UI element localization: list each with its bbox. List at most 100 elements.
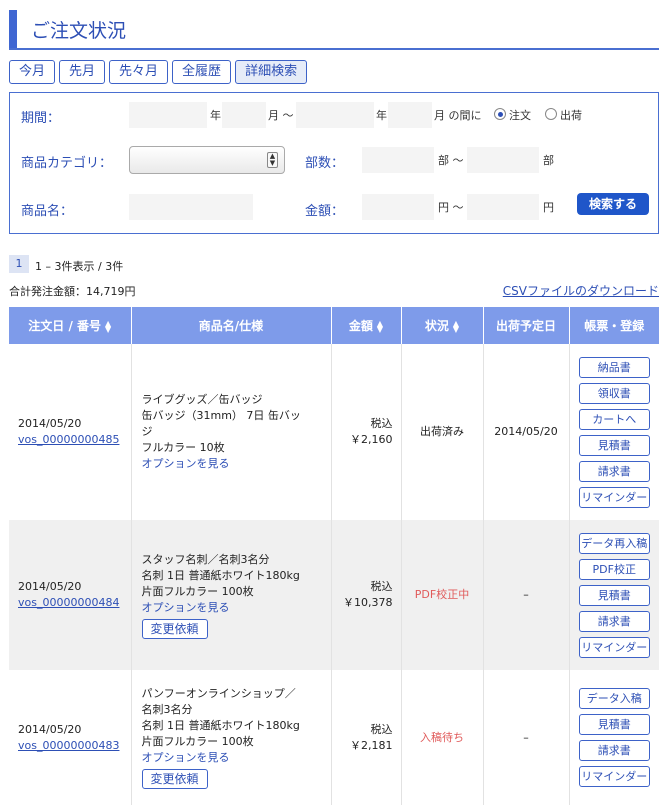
category-select[interactable]: ▲ ▼ (129, 146, 285, 174)
order-date: 2014/05/20 (18, 417, 82, 430)
month-unit-2: 月 の間に (434, 109, 482, 122)
view-options-link[interactable]: オプションを見る (142, 601, 230, 614)
invoice-button[interactable]: 請求書 (578, 460, 650, 482)
sort-icon[interactable]: ▲ ▼ (453, 319, 459, 333)
order-date: 2014/05/20 (18, 580, 82, 593)
ship-date-cell: – (483, 520, 570, 670)
period-from-year-input[interactable] (129, 102, 207, 128)
period-to-year-input[interactable] (296, 102, 374, 128)
header-amount[interactable]: 金額 ▲ ▼ (331, 307, 402, 344)
copies-from-input[interactable] (362, 147, 434, 173)
page-title: ご注文状況 (31, 20, 127, 42)
period-to-month-input[interactable] (388, 102, 432, 128)
pdf-proof-button[interactable]: PDF校正 (578, 558, 650, 580)
data-submit-button[interactable]: データ入稿 (578, 688, 650, 709)
change-request-button[interactable]: 変更依頼 (141, 618, 208, 639)
docs-cell: 納品書 領収書 カートへ 見積書 請求書 リマインダー (569, 344, 659, 520)
table-header-row: 注文日 / 番号 ▲ ▼ 商品名/仕様 金額 ▲ ▼ 状況 ▲ ▼ 出荷予定日 帳票・登録 (9, 307, 659, 344)
amount-from-unit: 円 〜 (438, 201, 464, 214)
amount-from-input[interactable] (362, 194, 434, 220)
invoice-button[interactable]: 請求書 (578, 740, 650, 761)
orders-table: 注文日 / 番号 ▲ ▼ 商品名/仕様 金額 ▲ ▼ 状況 ▲ ▼ 出荷予定日 帳票・登録 … (9, 307, 659, 805)
tab-this-month[interactable]: 今月 (9, 60, 56, 84)
title-accent-bar (9, 10, 17, 48)
receipt-button[interactable]: 領収書 (578, 382, 650, 404)
header-ship: 出荷予定日 (483, 307, 570, 344)
product-line: 名刺 1日 普通紙ホワイト180kg (141, 719, 300, 732)
product-cell: ライブグッズ／缶バッジ 缶バッジ（31mm） 7日 缶バッ ジ フルカラー 10… (131, 344, 332, 520)
amount-value: ￥10,378 (343, 596, 393, 609)
reminder-button[interactable]: リマインダー (578, 486, 650, 508)
product-line: ジ (141, 425, 153, 438)
status-cell: PDF校正中 (401, 520, 484, 670)
copies-label: 部数： (305, 156, 345, 171)
tab-detailed-search[interactable]: 詳細検索 (235, 60, 308, 84)
header-amount-label: 金額 (348, 319, 373, 333)
category-label: 商品カテゴリ： (21, 156, 113, 171)
page-number-button[interactable]: 1 (9, 255, 29, 273)
search-panel: 期間： 年 月 〜 年 月 の間に 注文 出荷 商品カテゴリ： ▲ ▼ 部数： 部… (9, 92, 659, 234)
header-date[interactable]: 注文日 / 番号 ▲ ▼ (9, 307, 132, 344)
amount-to-input[interactable] (467, 194, 539, 220)
copies-to-input[interactable] (467, 147, 539, 173)
amount-cell: 税込 ￥10,378 (331, 520, 402, 670)
amount-label: 金額： (305, 204, 345, 219)
docs-cell: データ再入稿 PDF校正 見積書 請求書 リマインダー (569, 520, 659, 670)
copies-to-unit: 部 (543, 154, 554, 167)
period-tabs: 今月 先月 先々月 全履歴 詳細検索 (9, 60, 311, 84)
amount-value: ￥2,160 (350, 433, 393, 446)
table-row: 2014/05/20 vos_00000000485 ライブグッズ／缶バッジ 缶… (9, 344, 659, 520)
pager-summary: 1 – 3件表示 / 3件 (35, 260, 124, 273)
total-amount: 合計発注金額：14,719円 (9, 285, 136, 298)
radio-order[interactable] (494, 108, 506, 120)
change-request-button[interactable]: 変更依頼 (141, 769, 208, 789)
tax-label: 税込 (370, 722, 393, 736)
product-line: スタッフ名刺／名刺3名分 (141, 552, 270, 566)
date-cell: 2014/05/20 vos_00000000484 (9, 520, 132, 670)
view-options-link[interactable]: オプションを見る (142, 457, 230, 470)
data-resubmit-button[interactable]: データ再入稿 (578, 532, 650, 554)
table-row: 2014/05/20 vos_00000000484 スタッフ名刺／名刺3名分 … (9, 520, 659, 670)
amount-cell: 税込 ￥2,181 (331, 670, 402, 805)
reminder-button[interactable]: リマインダー (578, 766, 650, 787)
radio-ship-label: 出荷 (560, 109, 582, 122)
sort-icon[interactable]: ▲ ▼ (377, 319, 383, 333)
estimate-button[interactable]: 見積書 (578, 714, 650, 735)
product-line: 缶バッジ（31mm） 7日 缶バッ (141, 409, 301, 422)
product-line: 片面フルカラー 100枚 (141, 735, 254, 748)
status-cell: 出荷済み (401, 344, 484, 520)
product-cell: スタッフ名刺／名刺3名分 名刺 1日 普通紙ホワイト180kg 片面フルカラー … (131, 520, 332, 670)
table-row: 2014/05/20 vos_00000000483 パンフーオンラインショップ… (9, 670, 659, 805)
csv-download-link[interactable]: CSVファイルのダウンロード (503, 282, 659, 299)
ship-date-cell: 2014/05/20 (483, 344, 570, 520)
estimate-button[interactable]: 見積書 (578, 584, 650, 606)
header-status[interactable]: 状況 ▲ ▼ (401, 307, 484, 344)
search-button[interactable]: 検索する (577, 193, 649, 215)
tab-two-months-ago[interactable]: 先々月 (109, 60, 169, 84)
product-name-input[interactable] (129, 194, 253, 220)
status-cell: 入稿待ち (401, 670, 484, 805)
order-number-link[interactable]: vos_00000000483 (18, 739, 119, 752)
product-line: ライブグッズ／缶バッジ (141, 393, 263, 406)
product-label: 商品名： (21, 204, 74, 219)
add-to-cart-button[interactable]: カートへ (578, 408, 650, 430)
amount-value: ￥2,181 (350, 738, 393, 752)
product-line: フルカラー 10枚 (141, 441, 225, 454)
order-number-link[interactable]: vos_00000000485 (18, 433, 119, 446)
delivery-note-button[interactable]: 納品書 (578, 356, 650, 378)
amount-to-unit: 円 (543, 201, 554, 214)
period-from-month-input[interactable] (222, 102, 266, 128)
view-options-link[interactable]: オプションを見る (142, 751, 230, 764)
tab-all-history[interactable]: 全履歴 (172, 60, 232, 84)
reminder-button[interactable]: リマインダー (578, 636, 650, 658)
invoice-button[interactable]: 請求書 (578, 610, 650, 632)
tab-last-month[interactable]: 先月 (59, 60, 106, 84)
estimate-button[interactable]: 見積書 (578, 434, 650, 456)
tax-label: 税込 (370, 580, 393, 593)
page-title-bar: ご注文状況 (9, 10, 659, 50)
radio-ship[interactable] (545, 108, 557, 120)
product-line: 名刺 1日 普通紙ホワイト180kg (141, 568, 300, 582)
header-date-label: 注文日 / 番号 (28, 319, 102, 333)
sort-icon[interactable]: ▲ ▼ (105, 319, 111, 333)
order-number-link[interactable]: vos_00000000484 (18, 596, 119, 609)
